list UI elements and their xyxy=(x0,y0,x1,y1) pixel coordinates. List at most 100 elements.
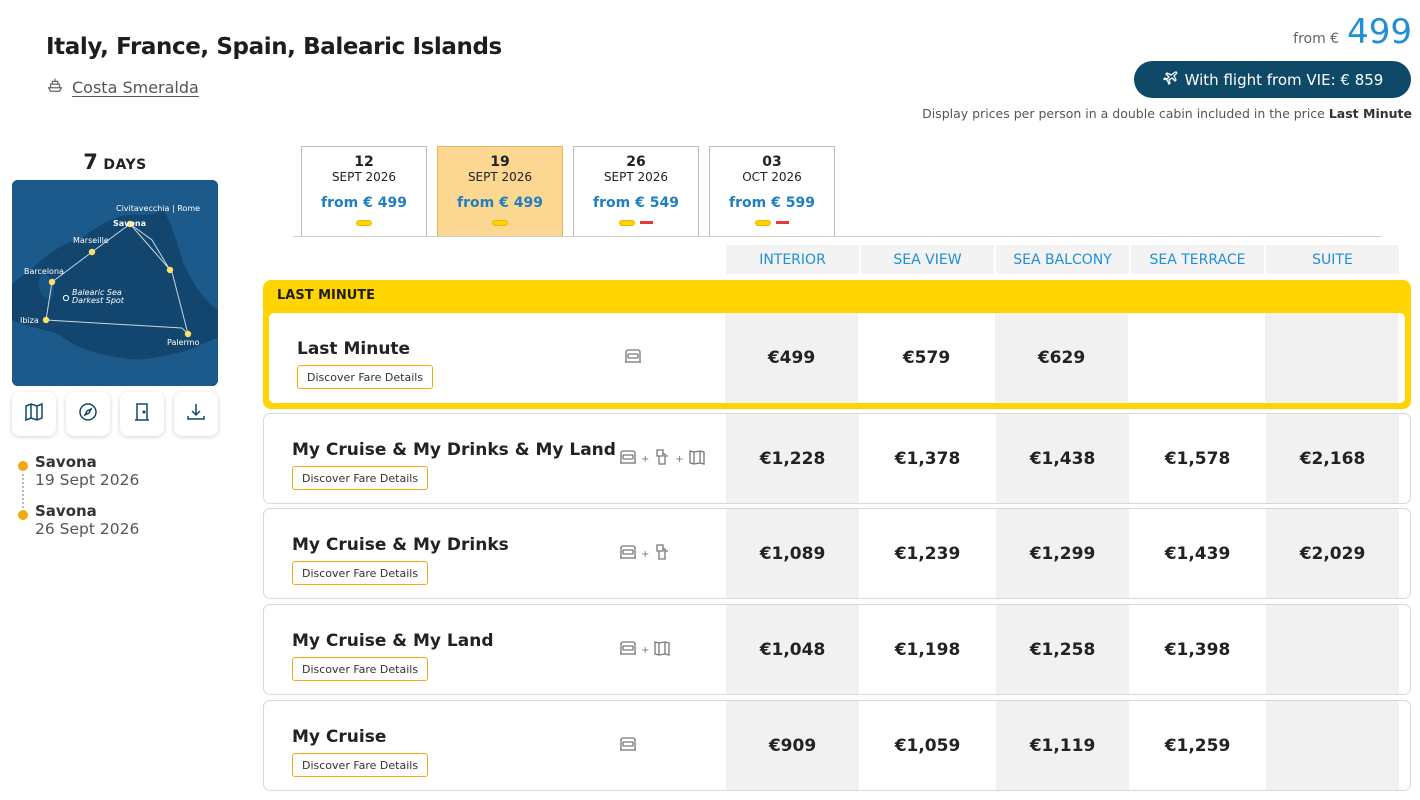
last-minute-label: LAST MINUTE xyxy=(277,288,376,303)
plane-icon xyxy=(1162,70,1178,90)
price-sea-balcony[interactable]: €1,438 xyxy=(996,414,1129,503)
fare-inclusions xyxy=(618,735,638,757)
price-suite[interactable]: €2,029 xyxy=(1266,509,1399,598)
download-icon xyxy=(185,401,207,427)
tab-month: SEPT 2026 xyxy=(467,170,533,184)
price-interior[interactable]: €909 xyxy=(726,701,859,790)
column-header-interior: INTERIOR xyxy=(726,245,859,274)
discover-fare-details-button[interactable]: Discover Fare Details xyxy=(292,657,429,681)
ship-icon xyxy=(46,76,64,98)
compass-icon xyxy=(77,401,99,427)
flight-button-label: With flight from VIE: € 859 xyxy=(1184,70,1384,89)
ship-link[interactable]: Costa Smeralda xyxy=(46,76,199,98)
price-sea-terrace[interactable]: €1,439 xyxy=(1131,509,1264,598)
date-tab[interactable]: 03 OCT 2026 from € 599 xyxy=(709,146,835,236)
price-sea-view[interactable]: €1,059 xyxy=(861,701,994,790)
price-interior[interactable]: €1,228 xyxy=(726,414,859,503)
cabin-door-button[interactable] xyxy=(120,392,164,436)
land-icon xyxy=(687,448,707,470)
from-label: from € xyxy=(1293,31,1340,47)
map-tools xyxy=(12,392,218,436)
cabin-icon xyxy=(618,543,638,565)
cabin-column-headers: INTERIOR SEA VIEW SEA BALCONY SEA TERRAC… xyxy=(726,245,1399,274)
price-sea-terrace xyxy=(1130,313,1263,403)
fare-row: My Cruise Discover Fare Details €909 €1,… xyxy=(263,700,1411,791)
discover-fare-details-button[interactable]: Discover Fare Details xyxy=(292,753,429,777)
compass-button[interactable] xyxy=(66,392,110,436)
price-sea-view[interactable]: €1,239 xyxy=(861,509,994,598)
column-header-sea-terrace: SEA TERRACE xyxy=(1131,245,1264,274)
tab-month: OCT 2026 xyxy=(742,170,802,184)
map-view-button[interactable] xyxy=(12,392,56,436)
fare-prices: €1,048 €1,198 €1,258 €1,398 xyxy=(726,605,1399,694)
price-sea-terrace[interactable]: €1,259 xyxy=(1131,701,1264,790)
price-sea-terrace[interactable]: €1,578 xyxy=(1131,414,1264,503)
price-sea-balcony[interactable]: €1,258 xyxy=(996,605,1129,694)
column-header-sea-view: SEA VIEW xyxy=(861,245,994,274)
price-sea-terrace[interactable]: €1,398 xyxy=(1131,605,1264,694)
date-tab[interactable]: 26 SEPT 2026 from € 549 xyxy=(573,146,699,236)
stop-dot xyxy=(18,510,28,520)
display-note-highlight: Last Minute xyxy=(1328,106,1412,121)
date-tab[interactable]: 12 SEPT 2026 from € 499 xyxy=(301,146,427,236)
tab-day: 12 xyxy=(354,154,374,170)
stop-port: Savona xyxy=(35,502,97,520)
tabs-divider xyxy=(293,236,1381,237)
display-note: Display prices per person in a double ca… xyxy=(922,106,1412,121)
price-interior[interactable]: €1,089 xyxy=(726,509,859,598)
cabin-icon xyxy=(618,448,638,470)
map-label-civitavecchia: Civitavecchia | Rome xyxy=(116,204,201,213)
flight-button[interactable]: With flight from VIE: € 859 xyxy=(1134,61,1411,98)
price-sea-balcony[interactable]: €629 xyxy=(995,313,1128,403)
fare-row: My Cruise & My Drinks & My Land Discover… xyxy=(263,413,1411,504)
fare-row: Last Minute Discover Fare Details €499 €… xyxy=(269,313,1405,403)
door-icon xyxy=(131,401,153,427)
price-suite[interactable]: €2,168 xyxy=(1266,414,1399,503)
fare-name: My Cruise & My Land xyxy=(292,631,494,651)
fare-name: My Cruise xyxy=(292,727,387,747)
discover-fare-details-button[interactable]: Discover Fare Details xyxy=(292,466,429,490)
date-tab-selected[interactable]: 19 SEPT 2026 from € 499 xyxy=(437,146,563,236)
tab-price: from € 549 xyxy=(593,195,679,211)
from-price: 499 xyxy=(1347,12,1412,52)
fare-name: My Cruise & My Drinks & My Land xyxy=(292,440,616,460)
stop-dot xyxy=(18,461,28,471)
price-sea-view[interactable]: €1,378 xyxy=(861,414,994,503)
map-labels: Civitavecchia | Rome Savona Marseille Ba… xyxy=(12,180,218,386)
stop-date: 19 Sept 2026 xyxy=(35,471,140,489)
tab-price: from € 499 xyxy=(457,195,543,211)
price-suite xyxy=(1266,605,1399,694)
price-interior[interactable]: €1,048 xyxy=(726,605,859,694)
price-sea-balcony[interactable]: €1,119 xyxy=(996,701,1129,790)
availability-indicator xyxy=(438,220,562,226)
itinerary-stop: Savona 26 Sept 2026 xyxy=(18,503,139,552)
fare-row: My Cruise & My Land Discover Fare Detail… xyxy=(263,604,1411,695)
duration-number: 7 xyxy=(83,150,98,174)
stop-port: Savona xyxy=(35,453,97,471)
tab-price: from € 499 xyxy=(321,195,407,211)
cruise-title: Italy, France, Spain, Balearic Islands xyxy=(46,34,502,60)
map-label-ibiza: Ibiza xyxy=(20,316,39,325)
discover-fare-details-button[interactable]: Discover Fare Details xyxy=(297,365,434,389)
tab-day: 03 xyxy=(762,154,782,170)
price-sea-balcony[interactable]: €1,299 xyxy=(996,509,1129,598)
download-button[interactable] xyxy=(174,392,218,436)
fare-row: My Cruise & My Drinks Discover Fare Deta… xyxy=(263,508,1411,599)
drinks-icon xyxy=(652,448,672,470)
price-sea-view[interactable]: €1,198 xyxy=(861,605,994,694)
fare-prices: €499 €579 €629 xyxy=(725,313,1398,403)
column-header-sea-balcony: SEA BALCONY xyxy=(996,245,1129,274)
tab-day: 26 xyxy=(626,154,646,170)
land-icon xyxy=(652,639,672,661)
price-interior[interactable]: €499 xyxy=(725,313,858,403)
price-suite xyxy=(1266,701,1399,790)
cruise-page: Italy, France, Spain, Balearic Islands C… xyxy=(0,0,1420,800)
tab-month: SEPT 2026 xyxy=(331,170,397,184)
fare-prices: €909 €1,059 €1,119 €1,259 xyxy=(726,701,1399,790)
drinks-icon xyxy=(652,543,672,565)
map-label-barcelona: Barcelona xyxy=(24,267,64,276)
discover-fare-details-button[interactable]: Discover Fare Details xyxy=(292,561,429,585)
price-sea-view[interactable]: €579 xyxy=(860,313,993,403)
itinerary-map[interactable]: Civitavecchia | Rome Savona Marseille Ba… xyxy=(12,180,218,386)
cabin-icon xyxy=(623,347,643,369)
